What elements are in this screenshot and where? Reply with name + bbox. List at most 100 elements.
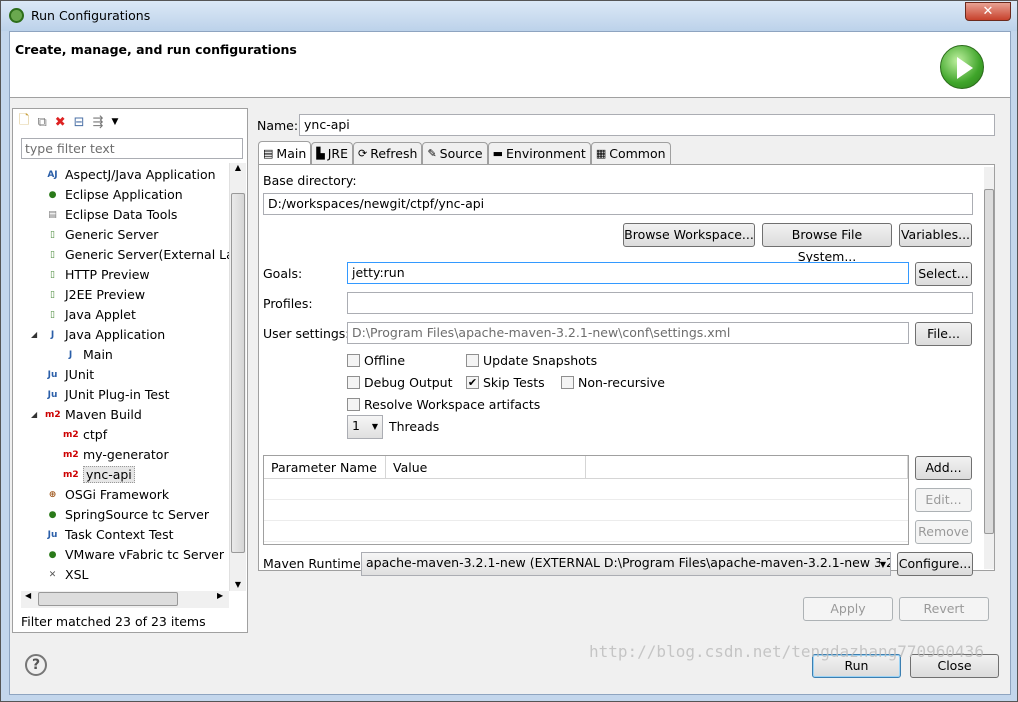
tree-item[interactable]: J Java Application bbox=[45, 325, 165, 344]
delete-icon[interactable]: ✖ bbox=[55, 115, 66, 130]
filter-icon[interactable]: ⇶ bbox=[93, 115, 104, 130]
tree-item-label: OSGi Framework bbox=[65, 487, 170, 502]
tree-item[interactable]: ▯ Generic Server bbox=[45, 225, 158, 244]
goals-input[interactable]: jetty:run bbox=[347, 262, 909, 284]
tree-item[interactable]: AJ AspectJ/Java Application bbox=[45, 165, 215, 184]
tree-item[interactable]: J Main bbox=[63, 345, 113, 364]
duplicate-icon[interactable]: ⧉ bbox=[37, 115, 46, 130]
tree-item[interactable]: ▤ Eclipse Data Tools bbox=[45, 205, 177, 224]
launch-type-icon: m2 bbox=[45, 409, 61, 420]
checkbox-box[interactable] bbox=[561, 376, 574, 389]
tree-item[interactable]: ▯ Java Applet bbox=[45, 305, 136, 324]
checkbox-label: Offline bbox=[364, 353, 406, 368]
threads-select[interactable]: 1 ▼ bbox=[347, 415, 383, 439]
launch-type-icon: J bbox=[68, 349, 73, 360]
new-configuration-icon[interactable]: 🗋 bbox=[19, 111, 29, 133]
panel-vertical-scrollbar[interactable] bbox=[984, 167, 994, 569]
expand-toggle-icon[interactable]: ◢ bbox=[31, 330, 37, 339]
checkbox-skip-tests[interactable]: ✔ Skip Tests bbox=[466, 375, 545, 390]
chevron-down-icon[interactable]: ▼ bbox=[111, 117, 118, 127]
column-header-value[interactable]: Value bbox=[386, 456, 586, 479]
tree-item[interactable]: ▯ HTTP Preview bbox=[45, 265, 150, 284]
browse-file-system-button[interactable]: Browse File System... bbox=[762, 223, 892, 264]
browse-workspace-button[interactable]: Browse Workspace... bbox=[623, 223, 755, 247]
checkbox-update-snapshots[interactable]: Update Snapshots bbox=[466, 353, 597, 368]
expand-toggle-icon[interactable]: ◢ bbox=[31, 410, 37, 419]
base-directory-input[interactable]: D:/workspaces/newgit/ctpf/ync-api bbox=[263, 193, 973, 215]
tab-label: Environment bbox=[506, 146, 586, 161]
tree-item[interactable]: m2 my-generator bbox=[63, 445, 169, 464]
tree-item[interactable]: ⊕ OSGi Framework bbox=[45, 485, 169, 504]
tree-item-label: Main bbox=[83, 347, 113, 362]
tree-item[interactable]: ● VMware vFabric tc Server bbox=[45, 545, 224, 564]
checkbox-box[interactable] bbox=[347, 398, 360, 411]
maven-runtime-value: apache-maven-3.2.1-new (EXTERNAL D:\Prog… bbox=[366, 555, 891, 570]
column-header-parameter-name[interactable]: Parameter Name bbox=[264, 456, 386, 479]
tree-item[interactable]: m2 Maven Build bbox=[45, 405, 142, 424]
threads-label: Threads bbox=[389, 419, 440, 434]
configure-button[interactable]: Configure... bbox=[897, 552, 973, 576]
collapse-all-icon[interactable]: ⊟ bbox=[74, 115, 85, 130]
launch-type-icon: ● bbox=[48, 509, 57, 520]
file-button[interactable]: File... bbox=[915, 322, 972, 346]
tree-item[interactable]: ▯ J2EE Preview bbox=[45, 285, 145, 304]
tree-vertical-scrollbar[interactable]: ▲ ▼ bbox=[229, 163, 246, 591]
variables-button[interactable]: Variables... bbox=[899, 223, 972, 247]
tab-jre[interactable]: ▙ JRE bbox=[311, 142, 353, 164]
tree-horizontal-scrollbar[interactable]: ◀ ▶ bbox=[21, 591, 229, 608]
checkbox-box[interactable] bbox=[347, 354, 360, 367]
checkbox-debug-output[interactable]: Debug Output bbox=[347, 375, 453, 390]
tree-item-label: SpringSource tc Server bbox=[65, 507, 209, 522]
checkbox-box[interactable] bbox=[347, 376, 360, 389]
tree-item[interactable]: ▯ Generic Server(External Launch) bbox=[45, 245, 229, 264]
table-row[interactable] bbox=[264, 479, 908, 500]
name-label: Name: bbox=[257, 118, 299, 133]
tab-source[interactable]: ✎ Source bbox=[422, 142, 488, 164]
filter-input[interactable]: type filter text bbox=[21, 138, 243, 159]
checkbox-box[interactable]: ✔ bbox=[466, 376, 479, 389]
tab-main[interactable]: ▤ Main bbox=[258, 141, 312, 165]
table-row[interactable] bbox=[264, 500, 908, 521]
parameters-table: Parameter Name Value bbox=[263, 455, 909, 545]
edit-parameter-button[interactable]: Edit... bbox=[915, 488, 972, 512]
add-parameter-button[interactable]: Add... bbox=[915, 456, 972, 480]
tab-label: JRE bbox=[327, 146, 348, 161]
configuration-tree-panel: 🗋 ⧉ ✖ ⊟ ⇶ ▼ type filter text AJ AspectJ/J… bbox=[12, 108, 248, 633]
checkbox-non-recursive[interactable]: Non-recursive bbox=[561, 375, 665, 390]
tab-refresh[interactable]: ⟳ Refresh bbox=[353, 142, 423, 164]
tree-item[interactable]: Ju JUnit bbox=[45, 365, 95, 384]
checkbox-resolve-workspace-artifacts[interactable]: Resolve Workspace artifacts bbox=[347, 397, 540, 412]
tree-item-label: HTTP Preview bbox=[65, 267, 150, 282]
tree-item[interactable]: ● SpringSource tc Server bbox=[45, 505, 209, 524]
common-tab-icon: ▦ bbox=[595, 147, 607, 160]
select-goals-button[interactable]: Select... bbox=[915, 262, 972, 286]
tree-item[interactable]: ✕ XSL bbox=[45, 565, 89, 584]
launch-type-icon: ▯ bbox=[50, 249, 55, 260]
tree-item[interactable]: m2 ctpf bbox=[63, 425, 107, 444]
tree-item[interactable]: ● Eclipse Application bbox=[45, 185, 183, 204]
launch-type-icon: ▯ bbox=[50, 289, 55, 300]
launch-type-icon: ▤ bbox=[48, 209, 57, 220]
checkbox-offline[interactable]: Offline bbox=[347, 353, 405, 368]
tree-item-label: J2EE Preview bbox=[65, 287, 146, 302]
table-row[interactable] bbox=[264, 521, 908, 542]
main-tab-icon: ▤ bbox=[263, 147, 274, 160]
revert-button[interactable]: Revert bbox=[899, 597, 989, 621]
name-input[interactable]: ync-api bbox=[299, 114, 995, 136]
tab-label: Main bbox=[276, 146, 307, 161]
launch-type-icon: ● bbox=[48, 189, 57, 200]
tab-common[interactable]: ▦ Common bbox=[590, 142, 671, 164]
checkbox-box[interactable] bbox=[466, 354, 479, 367]
window-close-button[interactable]: ✕ bbox=[965, 2, 1011, 21]
tree-item[interactable]: Ju Task Context Test bbox=[45, 525, 174, 544]
help-icon[interactable]: ? bbox=[25, 654, 47, 676]
tree-item[interactable]: Ju JUnit Plug-in Test bbox=[45, 385, 170, 404]
tab-environment[interactable]: ▬ Environment bbox=[487, 142, 591, 164]
maven-runtime-select[interactable]: apache-maven-3.2.1-new (EXTERNAL D:\Prog… bbox=[361, 552, 891, 576]
profiles-input[interactable] bbox=[347, 292, 973, 314]
title-bar: Run Configurations ✕ bbox=[1, 1, 1017, 31]
tree-item[interactable]: m2 ync-api bbox=[63, 465, 135, 484]
remove-parameter-button[interactable]: Remove bbox=[915, 520, 972, 544]
apply-button[interactable]: Apply bbox=[803, 597, 893, 621]
user-settings-input[interactable]: D:\Program Files\apache-maven-3.2.1-new\… bbox=[347, 322, 909, 344]
